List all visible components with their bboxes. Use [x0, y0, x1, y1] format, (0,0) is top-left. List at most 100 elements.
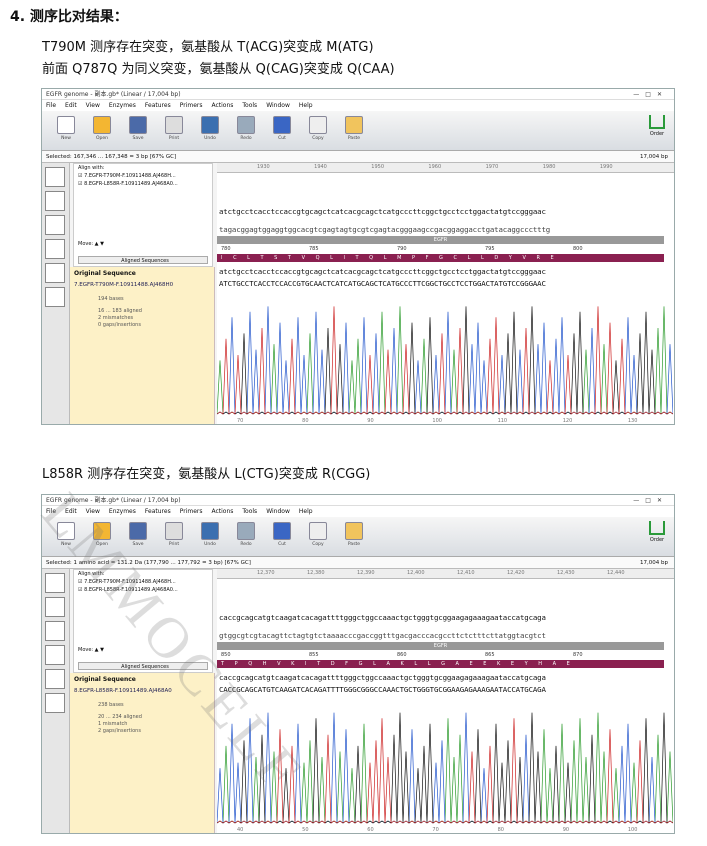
menu-tools[interactable]: Tools [242, 100, 257, 111]
undo-button[interactable]: Undo [192, 521, 228, 555]
aa-number: 800 [573, 246, 583, 252]
left-toolbar [42, 163, 70, 424]
move-label: Move: ▲ ▼ [78, 647, 104, 653]
position-ruler: 1930 1940 1950 1960 1970 1980 1990 [217, 163, 674, 173]
chromatogram: 70 80 90 100 110 120 130 [217, 306, 673, 424]
menu-primers[interactable]: Primers [180, 100, 203, 111]
menu-view[interactable]: View [86, 100, 100, 111]
read-name[interactable]: 7.EGFR-T790M-F.10911488.AJ468H0 [70, 280, 214, 290]
ruler-label: 12,430 [557, 570, 575, 576]
menu-edit[interactable]: Edit [65, 100, 77, 111]
cut-button[interactable]: Cut [264, 115, 300, 149]
sequence-view: 12,370 12,380 12,390 12,400 12,410 12,420 12,4… [217, 569, 674, 833]
read-info: 194 bases 16 ... 183 aligned 2 mismatches 0… [98, 296, 142, 328]
menu-enzymes[interactable]: Enzymes [109, 506, 136, 517]
arrow-icon[interactable] [45, 215, 65, 235]
reference-bottom-strand: gtggcgtcgtacagttctagtgtctaaaacccgaccggtt… [219, 631, 546, 640]
menu-help[interactable]: Help [299, 100, 313, 111]
window-controls[interactable]: —□✕ [633, 89, 668, 100]
ruler-label: 1980 [542, 164, 556, 170]
menu-window[interactable]: Window [266, 506, 290, 517]
cut-icon [273, 522, 291, 540]
split-icon[interactable] [45, 263, 65, 283]
egfr-feature[interactable]: EGFR [217, 236, 664, 244]
redo-icon [237, 522, 255, 540]
aa-number: 860 [397, 652, 407, 658]
align-with-label: Align with: [78, 165, 105, 171]
read-reference-line: atctgcctcacctccaccgtgcagctcatcacgcagctca… [219, 267, 546, 276]
menu-actions[interactable]: Actions [211, 506, 233, 517]
trace-tick: 100 [628, 827, 638, 833]
at-icon[interactable] [45, 287, 65, 307]
swap-icon[interactable] [45, 239, 65, 259]
menu-features[interactable]: Features [145, 100, 171, 111]
trace-tick: 50 [302, 827, 308, 833]
redo-button[interactable]: Redo [228, 521, 264, 555]
l858r-summary: L858R 测序存在突变，氨基酸从 L(CTG)突变成 R(CGG) [42, 467, 371, 482]
print-button[interactable]: Print [156, 521, 192, 555]
nav-icon[interactable] [45, 191, 65, 211]
move-label: Move: ▲ ▼ [78, 241, 104, 247]
save-button[interactable]: Save [120, 115, 156, 149]
aa-number: 795 [485, 246, 495, 252]
open-icon [93, 116, 111, 134]
redo-icon [237, 116, 255, 134]
reference-top-strand[interactable]: atctgcctcacctccaccgtgcagctcatcacgcagctca… [219, 207, 668, 217]
trace-tick: 110 [498, 418, 508, 424]
trace-tick: 90 [367, 418, 373, 424]
at-icon[interactable] [45, 693, 65, 713]
menu-primers[interactable]: Primers [180, 506, 203, 517]
view-icon[interactable] [45, 167, 65, 187]
trace-tick: 80 [302, 418, 308, 424]
undo-button[interactable]: Undo [192, 115, 228, 149]
swap-icon[interactable] [45, 645, 65, 665]
order-button[interactable]: Order [646, 521, 668, 543]
paste-button[interactable]: Paste [336, 521, 372, 555]
section-heading: 4. 测序比对结果： [10, 9, 128, 25]
open-button[interactable]: Open [84, 115, 120, 149]
trace-tick: 70 [432, 827, 438, 833]
cart-icon [649, 521, 665, 535]
align-with-panel: Align with: ☑ 7.EGFR-T790M-F.10911488.AJ… [73, 163, 213, 267]
arrow-icon[interactable] [45, 621, 65, 641]
copy-button[interactable]: Copy [300, 521, 336, 555]
aa-numbers: 850 855 860 865 870 [217, 652, 664, 659]
copy-button[interactable]: Copy [300, 115, 336, 149]
new-icon [57, 116, 75, 134]
read-reference-line: caccgcagcatgtcaagatcacagattttgggctggccaa… [219, 673, 546, 682]
ruler-label: 1940 [314, 164, 327, 170]
read-sequence[interactable]: CACCGCAGCATGTCAAGATCACAGATTTTGGGCGGGCCAA… [219, 685, 668, 695]
reference-top-strand[interactable]: caccgcagcatgtcaagatcacagattttgggctggccaa… [219, 613, 668, 623]
menu-help[interactable]: Help [299, 506, 313, 517]
trace-tick: 130 [628, 418, 638, 424]
menu-enzymes[interactable]: Enzymes [109, 100, 136, 111]
read-checkbox-8[interactable]: ☑ 8.EGFR-L858R-F.10911489.AJ468A0... [74, 180, 212, 188]
menu-features[interactable]: Features [145, 506, 171, 517]
undo-icon [201, 522, 219, 540]
menu-file[interactable]: File [46, 100, 56, 111]
egfr-feature[interactable]: EGFR [217, 642, 664, 650]
split-icon[interactable] [45, 669, 65, 689]
read-checkbox-7[interactable]: ☑ 7.EGFR-T790M-F.10911488.AJ468H... [74, 172, 212, 180]
copy-icon [309, 116, 327, 134]
paste-button[interactable]: Paste [336, 115, 372, 149]
aligned-sequences-dropdown[interactable]: Aligned Sequences [78, 256, 208, 264]
ruler-label: 12,380 [307, 570, 325, 576]
reference-bottom-strand: tagacggagtggaggtggcacgtcgagtagtgcgtcgagt… [219, 225, 551, 234]
new-button[interactable]: New [48, 115, 84, 149]
total-length: 17,004 bp [640, 154, 668, 160]
aa-number: 785 [309, 246, 319, 252]
menu-actions[interactable]: Actions [211, 100, 233, 111]
view-icon[interactable] [45, 573, 65, 593]
nav-icon[interactable] [45, 597, 65, 617]
ruler-label: 12,370 [257, 570, 275, 576]
print-button[interactable]: Print [156, 115, 192, 149]
menu-tools[interactable]: Tools [242, 506, 257, 517]
read-sequence[interactable]: ATCTGCCTCACCTCCACCGTGCAACTCATCATGCAGCTCA… [219, 279, 668, 289]
redo-button[interactable]: Redo [228, 115, 264, 149]
trace-tick: 60 [367, 827, 373, 833]
order-button[interactable]: Order [646, 115, 668, 137]
window-controls[interactable]: —□✕ [633, 495, 668, 506]
menu-window[interactable]: Window [266, 100, 290, 111]
cut-button[interactable]: Cut [264, 521, 300, 555]
